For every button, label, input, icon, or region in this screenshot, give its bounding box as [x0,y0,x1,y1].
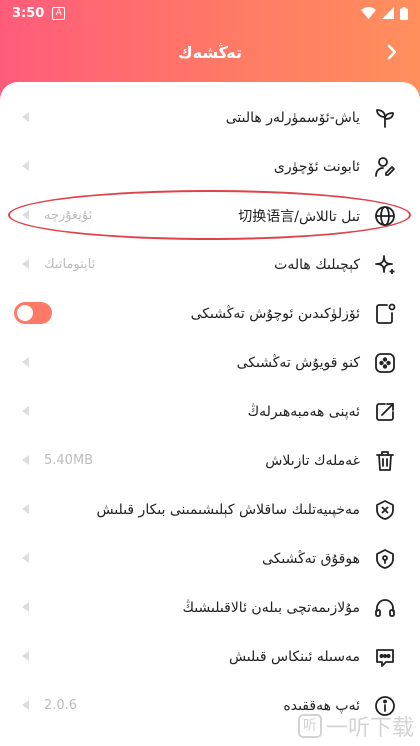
settings-row-night-mode[interactable]: ئاپتوماتىك كېچىلىك ھالەت [0,240,420,289]
status-indicators [361,6,408,20]
settings-row-contact-support[interactable]: مۇلازىمەتچى بىلەن ئالاقىلىشىڭ [0,583,420,632]
settings-row-youth-mode[interactable]: ياش-ئۆسمۈرلەر ھالىتى [0,93,420,142]
headset-icon [372,595,398,621]
shield-x-icon [372,497,398,523]
row-value: 5.40MB [44,453,94,468]
settings-row-playback[interactable]: كنو قويۇش تەڭشىكى [0,338,420,387]
chevron-left-icon [22,161,29,171]
chevron-left-icon [22,651,29,661]
row-label: مەسىلە ئىنكاس قىلىش [228,648,360,665]
back-button[interactable] [380,40,404,64]
film-reel-icon [372,350,398,376]
chevron-left-icon [22,700,29,710]
chevron-left-icon [22,406,29,416]
chevron-left-icon [22,504,29,514]
chevron-left-icon [22,259,29,269]
feedback-icon [372,644,398,670]
settings-row-share-app[interactable]: ئەپنى ھەمبەھىرلەڭ [0,387,420,436]
page-title: تەڭشەك [178,42,242,62]
toggle-knob [17,305,33,321]
signal-icon [382,7,394,19]
row-label: ئابونت ئۆچۈرى [273,158,360,175]
settings-row-feedback[interactable]: مەسىلە ئىنكاس قىلىش [0,632,420,681]
notification-icon: A [52,6,66,20]
wifi-icon [361,7,376,19]
battery-icon [400,6,408,20]
row-label: ئەپنى ھەمبەھىرلەڭ [247,403,360,420]
row-label: كېچىلىك ھالەت [274,256,360,273]
row-label: مۇلازىمەتچى بىلەن ئالاقىلىشىڭ [182,599,360,616]
settings-row-autoplay[interactable]: ئۆزلۈكىدىن ئوچۇش تەڭشىكى [0,289,420,338]
autoplay-toggle[interactable] [14,302,52,324]
row-label: ئۆزلۈكىدىن ئوچۇش تەڭشىكى [190,305,360,322]
chevron-right-icon [387,44,397,60]
settings-row-account-delete[interactable]: ئابونت ئۆچۈرى [0,142,420,191]
shield-key-icon [372,546,398,572]
chevron-left-icon [22,455,29,465]
row-label: ياش-ئۆسمۈرلەر ھالىتى [225,109,360,126]
sparkle-icon [372,252,398,278]
title-bar: تەڭشەك [0,26,420,78]
watermark-text: 一听下载 [325,716,414,741]
settings-row-clear-cache[interactable]: 5.40MB غەملەك تازىلاش [0,436,420,485]
chevron-left-icon [22,112,29,122]
chevron-left-icon [22,357,29,367]
chevron-left-icon [22,602,29,612]
status-time: 3:50 [12,5,45,21]
row-value: 2.0.6 [44,698,78,713]
watermark-logo: 听 [297,714,322,738]
share-icon [372,399,398,425]
trash-icon [372,448,398,474]
settings-row-revoke-privacy[interactable]: مەخپىيەتلىك ساقلاش كېلىشىمىنى بىكار قىلى… [0,485,420,534]
phone-dot-icon [372,301,398,327]
status-bar: 3:50 A [0,0,420,26]
settings-card: ياش-ئۆسمۈرلەر ھالىتى ئابونت ئۆچۈرى ئۇيغۇ… [0,82,420,746]
watermark: 听 一听下载 [297,710,414,742]
settings-row-permissions[interactable]: ھوقۇق تەڭشىكى [0,534,420,583]
row-label: غەملەك تازىلاش [265,452,360,469]
row-label: مەخپىيەتلىك ساقلاش كېلىشىمىنى بىكار قىلى… [96,501,360,518]
chevron-left-icon [22,553,29,563]
row-label: كنو قويۇش تەڭشىكى [236,354,360,371]
row-value: ئاپتوماتىك [44,257,96,272]
highlight-annotation [8,190,411,240]
user-edit-icon [372,154,398,180]
row-label: ھوقۇق تەڭشىكى [261,550,360,567]
sprout-icon [372,105,398,131]
